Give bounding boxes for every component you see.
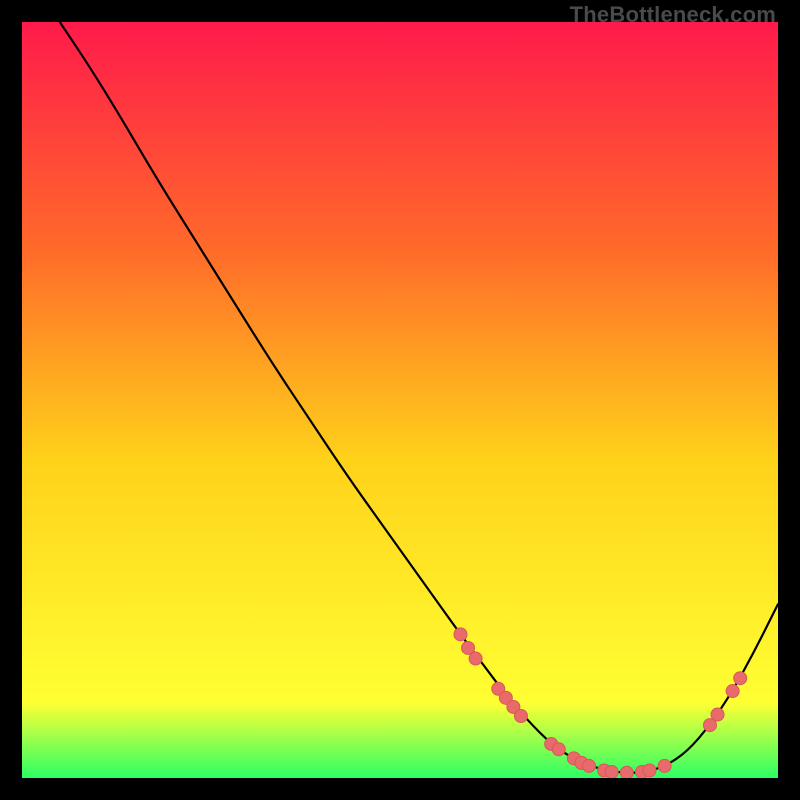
- data-marker: [620, 766, 633, 778]
- data-marker: [726, 685, 739, 698]
- chart-frame: [22, 22, 778, 778]
- data-marker: [552, 743, 565, 756]
- bottleneck-chart: [22, 22, 778, 778]
- data-marker: [711, 708, 724, 721]
- data-marker: [583, 759, 596, 772]
- gradient-background: [22, 22, 778, 778]
- data-marker: [605, 765, 618, 778]
- data-marker: [643, 764, 656, 777]
- data-marker: [658, 759, 671, 772]
- data-marker: [514, 710, 527, 723]
- data-marker: [469, 652, 482, 665]
- data-marker: [454, 628, 467, 641]
- data-marker: [734, 672, 747, 685]
